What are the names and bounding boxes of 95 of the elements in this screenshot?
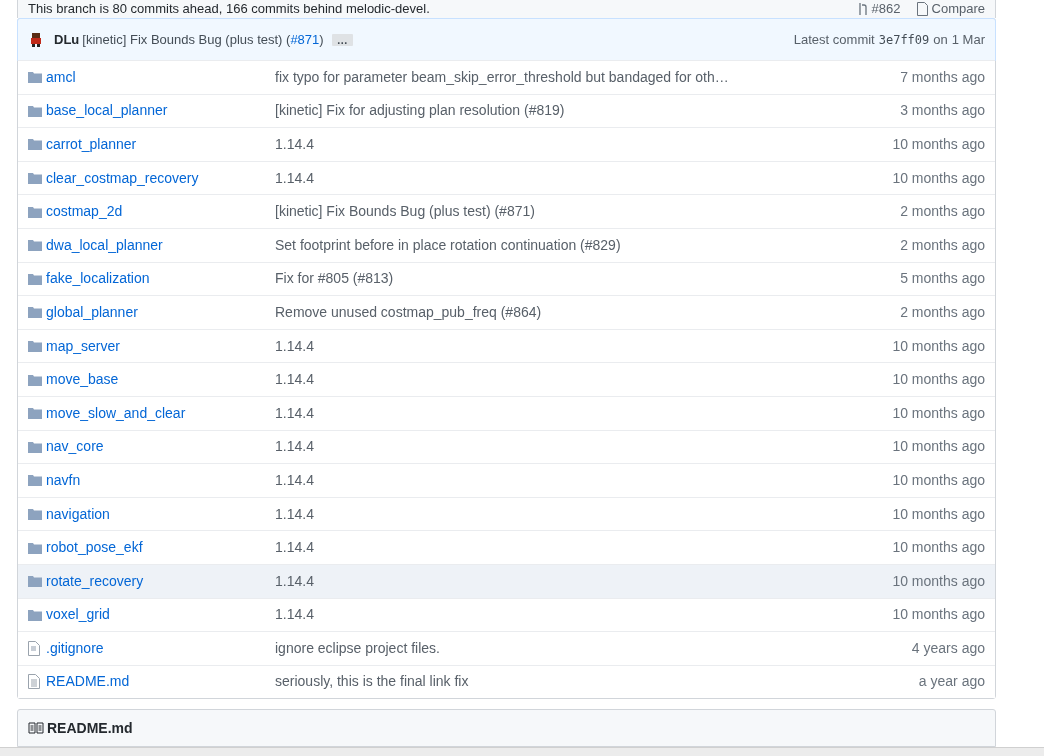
commit-message-link[interactable]: 1.14.4 xyxy=(275,604,314,626)
commit-message-link[interactable]: 1.14.4 xyxy=(275,369,314,391)
expand-button[interactable]: … xyxy=(331,33,353,46)
folder-icon xyxy=(28,138,42,151)
commit-age: 5 months ago xyxy=(900,269,985,289)
folder-icon xyxy=(28,407,42,420)
commit-sha[interactable]: 3e7ff09 xyxy=(878,30,930,49)
folder-icon xyxy=(28,205,42,218)
folder-icon xyxy=(28,71,42,84)
folder-icon xyxy=(28,104,42,117)
latest-commit-label: Latest commit xyxy=(793,30,875,49)
compare-link[interactable]: Compare xyxy=(931,1,985,17)
folder-icon xyxy=(28,508,42,520)
file-name-link[interactable]: costmap_2d xyxy=(46,201,275,223)
commit-message-link[interactable]: seriously, this is the final link fix xyxy=(275,671,469,693)
book-icon xyxy=(28,722,44,735)
file-name-link[interactable]: voxel_grid xyxy=(46,604,275,626)
readme-title: README.md xyxy=(47,718,133,738)
scrollbar[interactable] xyxy=(0,747,1044,756)
commit-message-link[interactable]: ignore eclipse project files. xyxy=(275,637,440,659)
file-row[interactable]: rotate_recovery 1.14.4 10 months ago xyxy=(18,563,995,598)
commit-link[interactable]: #871 xyxy=(290,31,320,47)
commit-age: a year ago xyxy=(918,672,985,692)
commit-author[interactable]: DLu xyxy=(54,29,80,50)
commit-date-prefix: on xyxy=(933,30,948,49)
folder-icon xyxy=(28,575,42,588)
file-name-link[interactable]: global_planner xyxy=(46,301,275,323)
commit-age: 2 months ago xyxy=(900,235,985,255)
file-name-link[interactable]: dwa_local_planner xyxy=(46,234,275,256)
folder-icon xyxy=(28,306,42,319)
commit-message-link[interactable]: 1.14.4 xyxy=(275,537,314,559)
file-icon xyxy=(28,640,40,656)
document-icon xyxy=(28,674,40,690)
commit-age: 10 months ago xyxy=(892,470,985,490)
commit-message-link[interactable]: 1.14.4 xyxy=(275,570,314,592)
file-name-link[interactable]: move_base xyxy=(46,369,275,391)
folder-icon xyxy=(28,239,42,252)
commit-age: 2 months ago xyxy=(900,202,985,222)
folder-icon xyxy=(28,340,42,353)
file-name-link[interactable]: amcl xyxy=(46,66,275,88)
folder-icon xyxy=(28,541,42,554)
commit-message-link[interactable]: Set footprint before in place rotation continuation (#829) xyxy=(275,234,621,256)
file-name-link[interactable]: navigation xyxy=(46,503,275,525)
commit-message-link[interactable]: 1.14.4 xyxy=(275,167,314,189)
branch-status-text: This branch is 80 commits ahead, 166 commits behind melodic-devel. xyxy=(28,1,430,17)
file-name-link[interactable]: fake_localization xyxy=(46,268,275,290)
folder-icon xyxy=(28,172,42,185)
file-name-link[interactable]: carrot_planner xyxy=(46,134,275,155)
commit-age: 10 months ago xyxy=(892,538,985,558)
folder-icon xyxy=(28,474,42,487)
folder-icon xyxy=(28,440,42,453)
commit-message-link[interactable]: Fix for #805 (#813) xyxy=(275,268,394,290)
folder-icon xyxy=(28,608,42,621)
commit-message-link[interactable]: 1.14.4 xyxy=(275,469,314,491)
commit-message-link[interactable]: [kinetic] Fix for adjusting plan resolution (#819) xyxy=(275,100,565,122)
commit-age: 10 months ago xyxy=(892,403,985,423)
file-name-link[interactable]: navfn xyxy=(46,469,275,491)
commit-age: 10 months ago xyxy=(892,336,985,356)
commit-message-link[interactable]: fix typo for parameter beam_skip_error_threshold but bandaged for oth… xyxy=(275,66,729,88)
commit-message-link[interactable]: Remove unused costmap_pub_freq (#864) xyxy=(275,301,542,323)
file-name-link[interactable]: base_local_planner xyxy=(46,100,275,122)
file-row[interactable]: README.md seriously, this is the final link fix a year ago xyxy=(18,664,995,699)
file-name-link[interactable]: .gitignore xyxy=(46,637,275,659)
commit-message-link[interactable]: 1.14.4 xyxy=(275,436,314,458)
commit-age: 3 months ago xyxy=(900,101,985,121)
commit-message: [kinetic] Fix Bounds Bug (plus test) (#871) xyxy=(82,30,324,49)
file-name-link[interactable]: robot_pose_ekf xyxy=(46,537,275,559)
commit-age: 2 months ago xyxy=(900,302,985,322)
file-name-link[interactable]: map_server xyxy=(46,335,275,357)
diff-icon xyxy=(916,2,928,16)
commit-age: 10 months ago xyxy=(892,504,985,524)
commit-message-link[interactable]: 1.14.4 xyxy=(275,335,314,357)
commit-age: 10 months ago xyxy=(892,168,985,188)
folder-icon xyxy=(28,272,42,285)
file-name-link[interactable]: clear_costmap_recovery xyxy=(46,167,275,189)
file-name-link[interactable]: rotate_recovery xyxy=(46,570,275,592)
commit-message-link[interactable]: 1.14.4 xyxy=(275,503,314,525)
commit-message-link[interactable]: 1.14.4 xyxy=(275,402,314,424)
commit-age: 10 months ago xyxy=(892,437,985,457)
file-name-link[interactable]: README.md xyxy=(46,671,275,693)
commit-age: 4 years ago xyxy=(911,638,985,658)
commit-age: 7 months ago xyxy=(900,67,985,87)
file-name-link[interactable]: nav_core xyxy=(46,436,275,458)
file-name-link[interactable]: move_slow_and_clear xyxy=(46,402,275,424)
pull-request-link[interactable]: #862 xyxy=(871,1,901,17)
commit-message-link[interactable]: [kinetic] Fix Bounds Bug (plus test) (#871) xyxy=(275,201,535,223)
commit-age: 10 months ago xyxy=(892,135,985,154)
avatar-icon xyxy=(28,31,44,48)
commit-date: 1 Mar xyxy=(951,30,985,49)
commit-age: 10 months ago xyxy=(892,370,985,390)
commit-age: 10 months ago xyxy=(892,605,985,625)
folder-icon xyxy=(28,373,42,386)
commit-age: 10 months ago xyxy=(892,571,985,591)
pull-request-icon xyxy=(857,2,868,16)
commit-message-link[interactable]: 1.14.4 xyxy=(275,134,314,155)
